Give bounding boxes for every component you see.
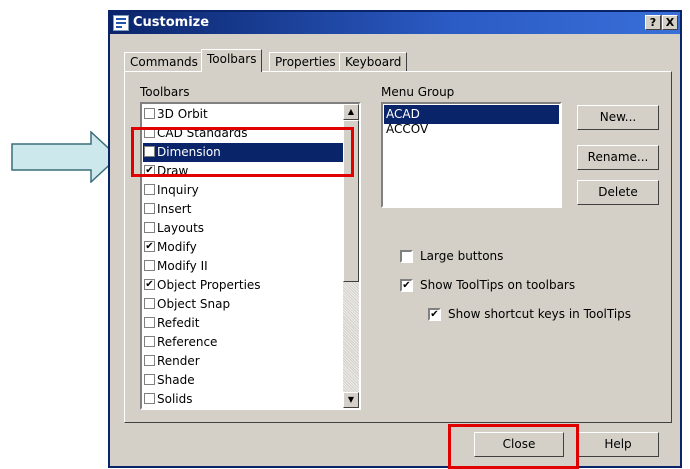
title-bar: Customize ? X <box>110 12 680 34</box>
checkbox-box[interactable] <box>144 298 155 309</box>
toolbar-list-item-label: Object Snap <box>157 297 231 311</box>
tab-keyboard[interactable]: Keyboard <box>339 52 408 72</box>
toolbar-list-item[interactable]: Shade <box>143 371 343 390</box>
window-title: Customize <box>133 15 210 30</box>
checkbox-box[interactable] <box>144 374 155 385</box>
toolbar-list-item[interactable]: Reference <box>143 333 343 352</box>
check-icon[interactable]: ✔ <box>144 279 155 290</box>
toolbar-list-item[interactable]: Object Snap <box>143 295 343 314</box>
toolbar-list-item-label: Shade <box>157 373 195 387</box>
toolbar-list-item-label: Insert <box>157 202 192 216</box>
menu-group-listbox[interactable]: ACAD ACCOV <box>381 102 562 208</box>
help-button[interactable]: Help <box>577 432 659 457</box>
checkbox-box[interactable] <box>144 355 155 366</box>
menu-group-label: Menu Group <box>381 85 455 99</box>
scroll-down-icon[interactable]: ▼ <box>343 392 359 408</box>
check-icon: ✔ <box>428 308 441 321</box>
toolbar-list-item-label: Modify II <box>157 259 208 273</box>
toolbar-list-item-label: Object Properties <box>157 278 261 292</box>
toolbar-list-item[interactable]: ✔ Modify <box>143 238 343 257</box>
toolbar-list-item[interactable]: Modify II <box>143 257 343 276</box>
checkbox-box[interactable] <box>144 222 155 233</box>
checkbox-box[interactable] <box>144 184 155 195</box>
toolbar-list-item-label: Layouts <box>157 221 205 235</box>
checkbox-box[interactable] <box>144 393 155 404</box>
pointer-arrow-icon <box>11 131 120 183</box>
checkbox-box[interactable] <box>144 317 155 328</box>
toolbar-list-item-label: Reference <box>157 335 218 349</box>
app-window-icon <box>113 15 129 31</box>
toolbar-list-item-label: Render <box>157 354 200 368</box>
toolbar-list-item[interactable]: ✔ Object Properties <box>143 276 343 295</box>
toolbar-list-item[interactable]: Insert <box>143 200 343 219</box>
close-title-button[interactable]: X <box>662 15 678 30</box>
customize-dialog: Customize ? X Commands Toolbars Properti… <box>108 10 682 468</box>
toolbar-list-item-label: Solids <box>157 392 193 406</box>
show-shortcut-keys-checkbox[interactable]: ✔ Show shortcut keys in ToolTips <box>428 307 668 323</box>
toolbar-list-item[interactable]: Refedit <box>143 314 343 333</box>
checkbox-box[interactable] <box>144 260 155 271</box>
rename-button[interactable]: Rename... <box>577 145 659 170</box>
checkbox-box[interactable] <box>144 336 155 347</box>
help-title-button[interactable]: ? <box>645 15 661 30</box>
large-buttons-checkbox[interactable]: Large buttons <box>400 249 560 265</box>
toolbar-list-item-label: Inquiry <box>157 183 199 197</box>
check-icon: ✔ <box>400 279 413 292</box>
toolbar-list-item[interactable]: Inquiry <box>143 181 343 200</box>
tab-commands[interactable]: Commands <box>124 52 204 72</box>
toolbar-list-item[interactable]: Render <box>143 352 343 371</box>
check-icon[interactable]: ✔ <box>144 241 155 252</box>
checkbox-box <box>400 250 413 263</box>
delete-button[interactable]: Delete <box>577 180 659 205</box>
toolbar-list-item[interactable]: Solids <box>143 390 343 408</box>
checkbox-box[interactable] <box>144 108 155 119</box>
toolbar-list-item-label: Modify <box>157 240 197 254</box>
new-button[interactable]: New... <box>577 105 659 130</box>
checkbox-box[interactable] <box>144 203 155 214</box>
toolbar-list-item-label: 3D Orbit <box>157 107 208 121</box>
toolbars-label: Toolbars <box>140 85 190 99</box>
toolbar-list-item[interactable]: 3D Orbit <box>143 105 343 124</box>
scroll-up-icon[interactable]: ▲ <box>343 104 359 120</box>
toolbar-list-item-label: Refedit <box>157 316 200 330</box>
close-highlight-box <box>448 424 579 469</box>
show-tooltips-checkbox[interactable]: ✔ Show ToolTips on toolbars <box>400 278 620 294</box>
tab-properties[interactable]: Properties <box>269 52 342 72</box>
tab-toolbars[interactable]: Toolbars <box>201 49 263 72</box>
dimension-highlight-box <box>131 127 354 177</box>
toolbar-list-item[interactable]: Layouts <box>143 219 343 238</box>
